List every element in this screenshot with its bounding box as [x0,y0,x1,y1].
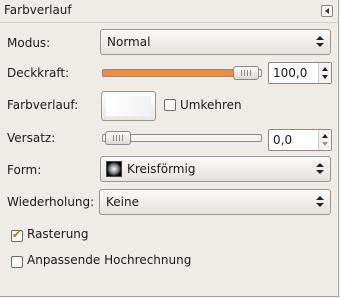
updown-arrows-icon [316,35,324,49]
gradient-label: Farbverlauf: [7,98,79,112]
offset-value: 0,0 [273,133,293,147]
repeat-label: Wiederholung: [7,195,95,209]
mode-label: Modus: [7,36,51,50]
adaptive-supersampling-label[interactable]: Anpassende Hochrechnung [27,253,191,267]
mode-select-value: Normal [107,35,151,49]
offset-label: Versatz: [7,131,56,145]
opacity-label: Deckkraft: [7,66,70,80]
mode-select[interactable]: Normal [100,29,331,55]
opacity-spinbox[interactable]: 100,0 [268,62,332,84]
panel-title: Farbverlauf [4,3,72,17]
shape-select-value: Kreisförmig [127,162,196,176]
radial-gradient-icon [106,161,122,177]
dithering-label[interactable]: Rasterung [27,227,89,241]
spin-up-icon[interactable] [322,134,328,138]
panel-header: Farbverlauf [0,0,339,23]
panel-menu-icon[interactable] [321,5,333,17]
offset-spin-buttons[interactable] [318,130,331,150]
spin-down-icon[interactable] [322,75,328,79]
offset-spinbox[interactable]: 0,0 [268,129,332,151]
opacity-slider-fill [103,70,239,76]
dithering-checkbox[interactable] [11,228,23,242]
offset-slider[interactable] [102,131,262,145]
repeat-select[interactable]: Keine [99,189,331,215]
adaptive-supersampling-checkbox[interactable] [11,256,23,268]
gradient-swatch [106,96,151,116]
updown-arrows-icon [316,162,324,176]
spin-up-icon[interactable] [322,67,328,71]
tool-options-panel: Farbverlauf Modus: Normal Deckkraft: 100… [0,0,339,297]
opacity-slider[interactable] [102,66,262,80]
reverse-checkbox[interactable] [164,99,176,111]
reverse-label[interactable]: Umkehren [180,98,242,112]
opacity-spin-buttons[interactable] [318,63,331,83]
gradient-preview-button[interactable] [101,91,156,121]
spin-down-icon[interactable] [322,142,328,146]
shape-label: Form: [7,163,42,177]
offset-slider-handle[interactable] [105,131,131,145]
opacity-slider-handle[interactable] [233,66,259,80]
opacity-value: 100,0 [273,66,308,80]
repeat-select-value: Keine [106,195,139,209]
shape-select[interactable]: Kreisförmig [100,156,331,182]
updown-arrows-icon [316,195,324,209]
